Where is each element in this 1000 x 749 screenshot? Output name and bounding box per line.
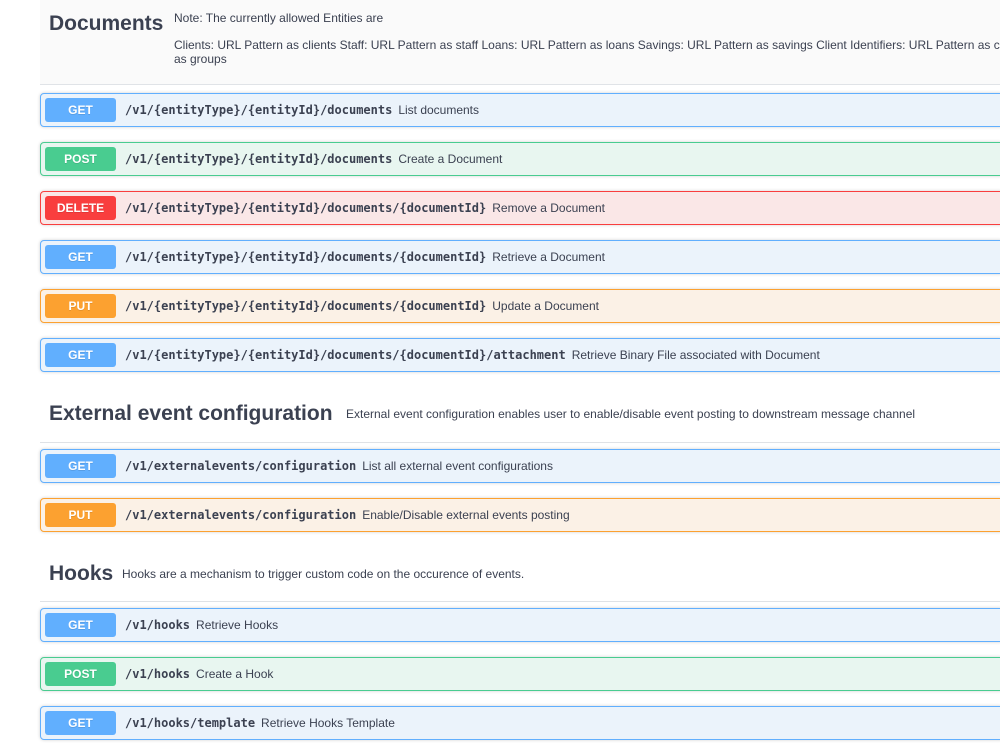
op-summary: Update a Document	[492, 299, 599, 313]
op-path: /v1/hooks/template Retrieve Hooks Templat…	[125, 716, 395, 730]
external-desc: External event configuration enables use…	[346, 407, 916, 421]
op-get-documents[interactable]: GET /v1/{entityType}/{entityId}/document…	[40, 93, 1000, 127]
method-badge-put: PUT	[45, 503, 116, 527]
section-divider	[40, 442, 1000, 443]
path-text: /v1/externalevents/configuration	[125, 508, 357, 522]
method-badge-get: GET	[45, 245, 116, 269]
method-badge-post: POST	[45, 662, 116, 686]
path-text: /v1/hooks/template	[125, 716, 256, 730]
hooks-desc: Hooks are a mechanism to trigger custom …	[122, 567, 525, 581]
op-get-hooks-template[interactable]: GET /v1/hooks/template Retrieve Hooks Tem…	[40, 706, 1000, 740]
method-badge-get: GET	[45, 613, 116, 637]
documents-title[interactable]: Documents	[49, 12, 163, 36]
op-summary: List all external event configurations	[362, 459, 553, 473]
section-divider	[40, 601, 1000, 602]
op-summary: List documents	[398, 103, 480, 117]
method-badge-get: GET	[45, 98, 116, 122]
api-docs-page: Documents Note: The currently allowed En…	[40, 0, 1000, 749]
method-badge-put: PUT	[45, 294, 116, 318]
op-get-attachment[interactable]: GET /v1/{entityType}/{entityId}/document…	[40, 338, 1000, 372]
op-path: /v1/hooks Retrieve Hooks	[125, 618, 278, 632]
op-summary: Create a Hook	[196, 667, 274, 681]
op-path: /v1/externalevents/configuration Enable/D…	[125, 508, 570, 522]
op-path: /v1/externalevents/configuration List all…	[125, 459, 553, 473]
op-summary: Retrieve Hooks Template	[261, 716, 395, 730]
op-path: /v1/{entityType}/{entityId}/documents/{d…	[125, 348, 820, 362]
op-summary: Create a Document	[398, 152, 503, 166]
method-badge-get: GET	[45, 343, 116, 367]
op-path: /v1/{entityType}/{entityId}/documents/{d…	[125, 250, 605, 264]
hooks-title[interactable]: Hooks	[49, 562, 113, 586]
op-post-documents[interactable]: POST /v1/{entityType}/{entityId}/documen…	[40, 142, 1000, 176]
path-text: /v1/externalevents/configuration	[125, 459, 357, 473]
external-title[interactable]: External event configuration	[49, 402, 333, 426]
documents-section-header[interactable]: Documents Note: The currently allowed En…	[40, 0, 1000, 85]
op-put-document[interactable]: PUT /v1/{entityType}/{entityId}/document…	[40, 289, 1000, 323]
op-put-external-config[interactable]: PUT /v1/externalevents/configuration Enab…	[40, 498, 1000, 532]
hooks-section-header[interactable]: Hooks Hooks are a mechanism to trigger c…	[40, 553, 1000, 601]
documents-note: Note: The currently allowed Entities are	[174, 11, 384, 25]
path-text: /v1/{entityType}/{entityId}/documents	[125, 152, 393, 166]
op-path: /v1/{entityType}/{entityId}/documents/{d…	[125, 201, 605, 215]
path-text: /v1/hooks	[125, 618, 191, 632]
documents-entities-line2: as groups	[174, 52, 227, 66]
op-summary: Retrieve Hooks	[196, 618, 279, 632]
path-text: /v1/hooks	[125, 667, 191, 681]
op-summary: Enable/Disable external events posting	[362, 508, 570, 522]
path-text: /v1/{entityType}/{entityId}/documents/{d…	[125, 250, 487, 264]
method-badge-delete: DELETE	[45, 196, 116, 220]
op-path: /v1/hooks Create a Hook	[125, 667, 273, 681]
path-text: /v1/{entityType}/{entityId}/documents/{d…	[125, 201, 487, 215]
op-summary: Remove a Document	[492, 201, 605, 215]
op-get-hooks[interactable]: GET /v1/hooks Retrieve Hooks	[40, 608, 1000, 642]
op-delete-document[interactable]: DELETE /v1/{entityType}/{entityId}/docum…	[40, 191, 1000, 225]
documents-entities: Clients: URL Pattern as clients Staff: U…	[174, 38, 1000, 52]
op-summary: Retrieve a Document	[492, 250, 605, 264]
op-post-hooks[interactable]: POST /v1/hooks Create a Hook	[40, 657, 1000, 691]
method-badge-post: POST	[45, 147, 116, 171]
op-get-document[interactable]: GET /v1/{entityType}/{entityId}/document…	[40, 240, 1000, 274]
path-text: /v1/{entityType}/{entityId}/documents/{d…	[125, 348, 566, 362]
op-path: /v1/{entityType}/{entityId}/documents/{d…	[125, 299, 599, 313]
method-badge-get: GET	[45, 454, 116, 478]
op-path: /v1/{entityType}/{entityId}/documents Lis…	[125, 103, 479, 117]
path-text: /v1/{entityType}/{entityId}/documents/{d…	[125, 299, 487, 313]
op-path: /v1/{entityType}/{entityId}/documents Cre…	[125, 152, 502, 166]
method-badge-get: GET	[45, 711, 116, 735]
op-summary: Retrieve Binary File associated with Doc…	[571, 348, 820, 362]
path-text: /v1/{entityType}/{entityId}/documents	[125, 103, 393, 117]
op-get-external-config[interactable]: GET /v1/externalevents/configuration List…	[40, 449, 1000, 483]
external-section-header[interactable]: External event configuration External ev…	[40, 393, 1000, 443]
